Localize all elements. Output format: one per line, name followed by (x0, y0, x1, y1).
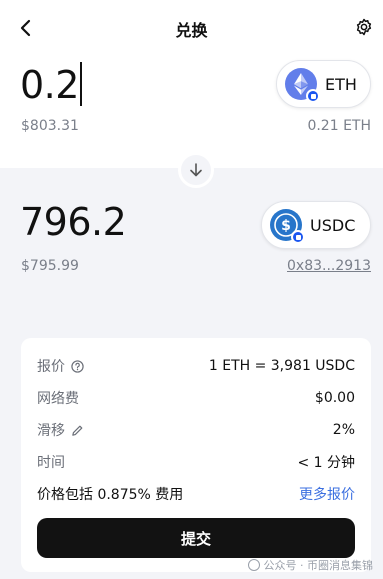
network-fee-row: 网络费 $0.00 (37, 388, 355, 408)
pay-amount-input[interactable]: 0.2 (20, 62, 82, 107)
receive-amount: 796.2 (20, 200, 127, 244)
watermark: 公众号 · 币圈消息集锦 (247, 557, 374, 573)
svg-text:$: $ (281, 218, 291, 234)
pay-panel: 0.2 $803.31 ETH 0.21 ETH (0, 56, 383, 168)
page-title: 兑换 (175, 21, 208, 40)
receive-token-selector[interactable]: $ USDC (261, 201, 371, 249)
time-row: 时间 < 1 分钟 (37, 452, 355, 472)
pay-token-selector[interactable]: ETH (276, 60, 371, 108)
fee-included-text: 价格包括 0.875% 费用 (37, 487, 184, 503)
wechat-icon (247, 559, 260, 571)
quote-label: 报价 (37, 359, 65, 375)
settings-button[interactable] (355, 18, 373, 36)
text-caret (79, 62, 82, 106)
watermark-text: 公众号 · 币圈消息集锦 (263, 559, 374, 572)
slippage-value: 2% (332, 422, 355, 438)
quote-row: 报价 1 ETH = 3,981 USDC (37, 356, 355, 376)
slippage-label: 滑移 (37, 423, 65, 439)
submit-button[interactable]: 提交 (37, 518, 355, 558)
gear-icon (356, 18, 372, 36)
receive-fiat-value: $795.99 (21, 258, 79, 274)
pay-fiat-value: $803.31 (21, 118, 79, 134)
pay-amount-value: 0.2 (20, 63, 79, 107)
quote-details-card: 报价 1 ETH = 3,981 USDC 网络费 $0.00 滑移 2% 时间… (21, 338, 371, 572)
header: 兑换 (0, 0, 383, 56)
receive-token-symbol: USDC (310, 215, 356, 235)
time-label: 时间 (37, 455, 65, 471)
chain-badge-icon (306, 89, 320, 103)
quote-value: 1 ETH = 3,981 USDC (208, 358, 355, 374)
down-arrow-icon (190, 163, 202, 177)
pay-token-symbol: ETH (325, 74, 357, 94)
network-fee-value: $0.00 (314, 390, 355, 406)
pencil-icon[interactable] (71, 424, 84, 437)
network-fee-label: 网络费 (37, 391, 79, 407)
time-value: < 1 分钟 (297, 455, 355, 471)
usdc-icon: $ (270, 209, 305, 244)
swap-direction-button[interactable] (178, 152, 214, 188)
chain-badge-icon (291, 230, 305, 244)
receive-address-link[interactable]: 0x83...2913 (287, 258, 371, 274)
pay-balance: 0.21 ETH (307, 118, 371, 134)
fee-row: 价格包括 0.875% 费用 更多报价 (37, 484, 355, 504)
more-quotes-link[interactable]: 更多报价 (299, 484, 355, 504)
eth-icon (285, 68, 320, 103)
slippage-row[interactable]: 滑移 2% (37, 420, 355, 440)
info-icon[interactable] (71, 359, 84, 373)
